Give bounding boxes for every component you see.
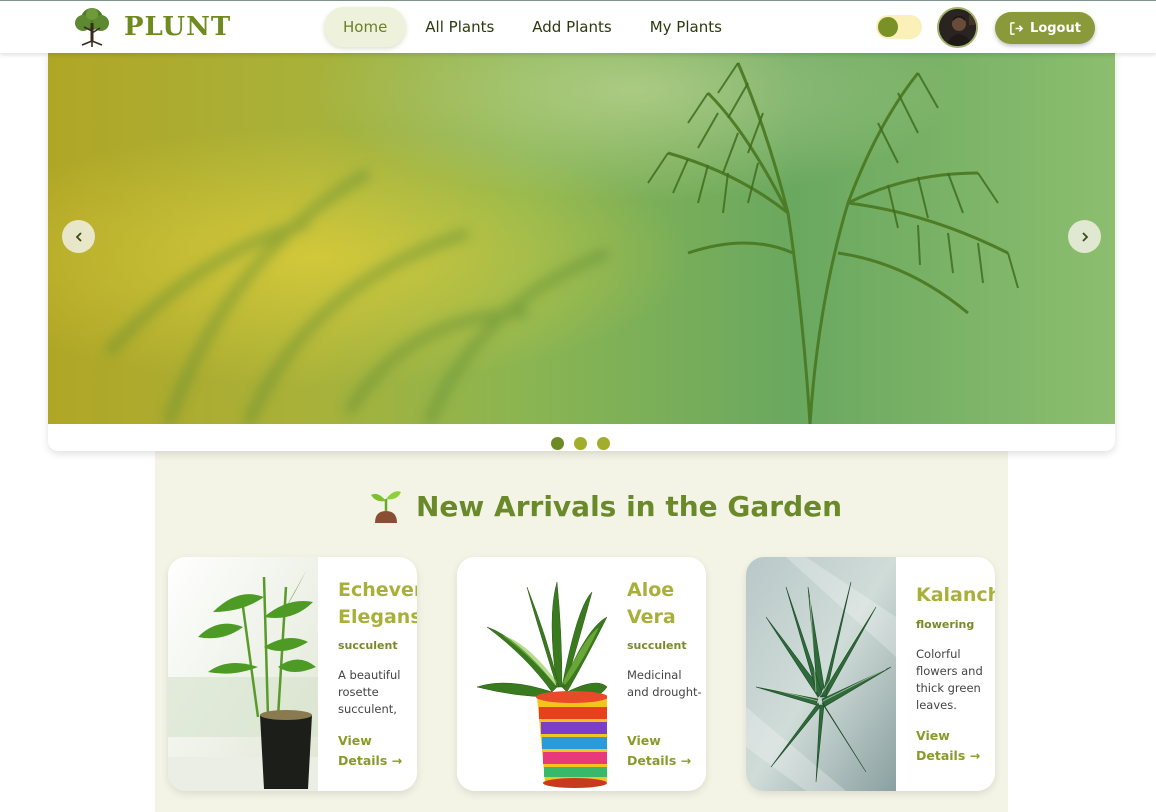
view-details-link[interactable]: View Details → bbox=[338, 731, 417, 771]
kalanchoe-plant-image bbox=[746, 557, 896, 791]
carousel-prev-button[interactable] bbox=[62, 220, 95, 253]
carousel-dots bbox=[551, 437, 620, 450]
view-details-line2: Details → bbox=[916, 748, 981, 763]
chevron-right-icon bbox=[1081, 231, 1088, 242]
user-avatar-icon bbox=[939, 9, 976, 46]
plant-image bbox=[168, 557, 318, 791]
hero-slide-image bbox=[48, 53, 1115, 424]
seedling-icon bbox=[371, 491, 401, 523]
logout-label: Logout bbox=[1030, 20, 1081, 36]
view-details-link[interactable]: View Details → bbox=[627, 731, 706, 771]
chevron-left-icon bbox=[75, 231, 82, 242]
plant-name-line1: Kalanchoe bbox=[916, 584, 995, 606]
nav-add-plants[interactable]: Add Plants bbox=[513, 7, 630, 47]
theme-toggle[interactable] bbox=[876, 15, 922, 39]
toggle-knob bbox=[878, 17, 898, 37]
nav-all-plants[interactable]: All Plants bbox=[406, 7, 513, 47]
plant-image bbox=[746, 557, 896, 791]
palm-leaves-image bbox=[48, 53, 1115, 424]
view-details-line1: View bbox=[627, 733, 661, 748]
plant-name: Echeveria Elegans bbox=[338, 577, 417, 631]
logout-button[interactable]: Logout bbox=[995, 12, 1095, 44]
view-details-line2: Details → bbox=[627, 753, 692, 768]
carousel-next-button[interactable] bbox=[1068, 220, 1101, 253]
plant-description: Medicinal and drought- bbox=[627, 668, 702, 699]
section-heading: New Arrivals in the Garden bbox=[416, 489, 843, 523]
view-details-line1: View bbox=[916, 728, 950, 743]
hero-carousel bbox=[48, 53, 1115, 451]
logout-icon bbox=[1010, 21, 1024, 35]
logo[interactable]: PLUNT bbox=[70, 5, 231, 49]
view-details-link[interactable]: View Details → bbox=[916, 726, 995, 766]
plant-category: succulent bbox=[338, 639, 398, 652]
carousel-dot-1[interactable] bbox=[551, 437, 564, 450]
carousel-dot-3[interactable] bbox=[597, 437, 610, 450]
navbar: PLUNT Home All Plants Add Plants My Plan… bbox=[0, 1, 1156, 53]
section-title: New Arrivals in the Garden bbox=[370, 489, 842, 523]
plant-name: Kalanchoe bbox=[916, 582, 995, 609]
aloe-plant-image bbox=[457, 557, 607, 791]
plant-name: Aloe Vera bbox=[627, 577, 706, 631]
card-body: Kalanchoe flowering Colorful flowers and… bbox=[916, 557, 995, 791]
bamboo-plant-image bbox=[168, 557, 318, 791]
avatar[interactable] bbox=[937, 7, 978, 48]
plant-image bbox=[457, 557, 607, 791]
plant-description: A beautiful rosette succulent, bbox=[338, 668, 401, 716]
plant-card[interactable]: Echeveria Elegans succulent A beautiful … bbox=[168, 557, 417, 791]
plant-name-line2: Elegans bbox=[338, 606, 417, 628]
new-arrivals-section: New Arrivals in the Garden Echeve Elegan… bbox=[155, 451, 1008, 812]
carousel-dot-2[interactable] bbox=[574, 437, 587, 450]
card-body: Aloe Vera succulent Medicinal and drough… bbox=[627, 557, 706, 791]
plant-description: Colorful flowers and thick green leaves. bbox=[916, 647, 983, 712]
plant-category: flowering bbox=[916, 618, 975, 631]
nav-home[interactable]: Home bbox=[324, 7, 407, 47]
nav-my-plants[interactable]: My Plants bbox=[631, 7, 741, 47]
brand-name: PLUNT bbox=[124, 12, 232, 42]
plant-cards: Echeveria Elegans succulent A beautiful … bbox=[168, 557, 1008, 791]
view-details-line2: Details → bbox=[338, 753, 403, 768]
tree-logo-icon bbox=[75, 8, 109, 47]
plant-card[interactable]: Aloe Vera succulent Medicinal and drough… bbox=[457, 557, 706, 791]
plant-name-line1: Aloe bbox=[627, 579, 675, 601]
plant-card[interactable]: Kalanchoe flowering Colorful flowers and… bbox=[746, 557, 995, 791]
plant-category: succulent bbox=[627, 639, 687, 652]
nav-links: Home All Plants Add Plants My Plants bbox=[324, 6, 741, 48]
plant-name-line2: Vera bbox=[627, 606, 676, 628]
plant-name-line1: Echeveria bbox=[338, 579, 417, 601]
view-details-line1: View bbox=[338, 733, 372, 748]
card-body: Echeveria Elegans succulent A beautiful … bbox=[338, 557, 417, 791]
